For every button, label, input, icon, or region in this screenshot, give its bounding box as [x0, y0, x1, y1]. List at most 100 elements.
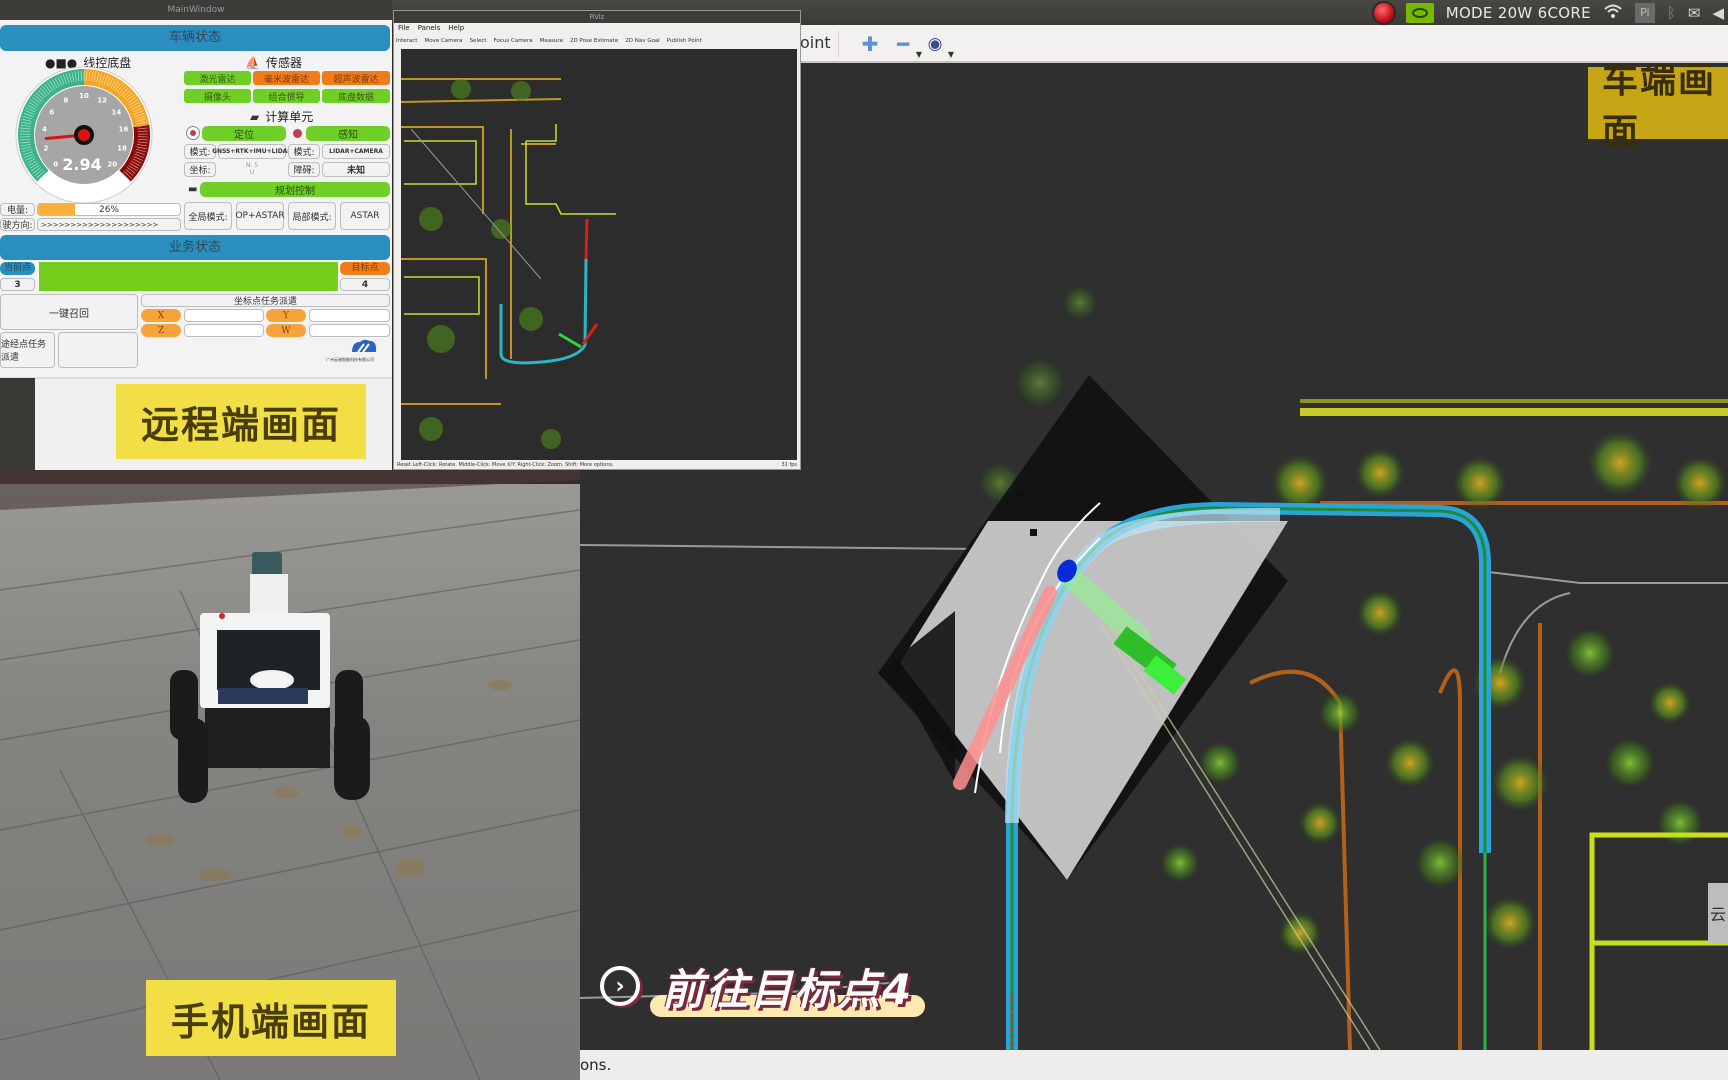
mini-axis-y	[558, 332, 582, 349]
sensor-ins: 组合惯导	[253, 89, 320, 103]
perception-icon	[290, 126, 304, 140]
coord-dispatch-title: 坐标点任务派遣	[141, 294, 390, 307]
gauge-tick-label: 10	[79, 92, 89, 100]
planning-control-button[interactable]: 规划控制	[200, 182, 390, 197]
eye-icon: ◉	[927, 34, 943, 54]
y-label: Y	[266, 309, 306, 322]
w-label: W	[266, 324, 306, 337]
gauge-tick-label: 12	[97, 96, 107, 104]
chevron-circle-icon: ›	[600, 966, 640, 1006]
menu-panels[interactable]: Panels	[418, 24, 441, 34]
compute-title-text: 计算单元	[265, 110, 314, 124]
tool-2d-pose-estimate[interactable]: 2D Pose Estimate	[570, 38, 618, 44]
speed-gauge: 0 2 4 6 8 10 12 14 16 18 20	[14, 65, 154, 205]
rviz-main-toolbar: oint ✚ ━ ▼ ◉ ▼	[800, 25, 1728, 63]
sailboat-icon: ⛵	[245, 55, 260, 70]
waypoint-input[interactable]	[58, 332, 138, 368]
menu-file[interactable]: File	[398, 24, 410, 34]
sensors-title-text: 传感器	[265, 56, 302, 70]
mail-icon[interactable]: ✉	[1688, 4, 1701, 22]
remote-control-window: MainWindow 车辆状态 ●■● 线控底盘 0 2 4 6 8 10 12 14 16 18…	[0, 0, 392, 470]
gauge-hub	[74, 125, 94, 145]
coord-line-1: N: 5	[245, 162, 259, 169]
nvidia-icon[interactable]	[1405, 2, 1434, 23]
mini-building-outlines	[401, 78, 562, 405]
obstacle-marker	[1030, 529, 1037, 536]
desktop-strip	[0, 378, 35, 470]
bluetooth-icon[interactable]: ᛒ	[1667, 4, 1676, 22]
local-mode-label: 局部模式:	[288, 202, 336, 230]
tool-select[interactable]: Select	[470, 38, 487, 44]
minus-icon: ━	[896, 32, 910, 56]
x-input[interactable]	[184, 309, 264, 322]
zoom-in-button[interactable]: ✚	[855, 31, 885, 57]
record-indicator-icon[interactable]	[1373, 2, 1394, 23]
current-point-value: 3	[0, 278, 35, 291]
perception-button[interactable]: 感知	[306, 126, 390, 141]
tool-move-camera[interactable]: Move Camera	[424, 38, 462, 44]
mini-rviz-title: RViz	[394, 11, 800, 23]
y-input[interactable]	[309, 309, 390, 322]
tool-measure[interactable]: Measure	[540, 38, 563, 44]
localization-button[interactable]: 定位	[202, 126, 286, 141]
per-mode-label: 模式:	[288, 144, 320, 159]
location-pin-icon	[186, 126, 200, 140]
current-point-label: 当前点	[0, 262, 35, 275]
obstacle-marker	[1017, 491, 1025, 498]
tool-2d-nav-goal[interactable]: 2D Nav Goal	[625, 38, 660, 44]
mini-vegetation	[419, 79, 561, 449]
zoom-out-button[interactable]: ━ ▼	[888, 31, 922, 59]
battery-bar: 26%	[37, 203, 181, 216]
gauge-tick-label: 6	[49, 108, 54, 116]
z-input[interactable]	[184, 324, 264, 337]
sensor-camera: 摄像头	[184, 89, 251, 103]
phone-view-label: 手机端画面	[146, 980, 396, 1056]
w-input[interactable]	[309, 324, 390, 337]
mini-status-text: Reset Left-Click: Rotate. Middle-Click: …	[397, 462, 614, 468]
business-status-header: 业务状态	[0, 235, 390, 260]
coord-value: N: 5 U	[218, 162, 286, 177]
sensors-title: ⛵ 传感器	[245, 54, 302, 71]
building-wall-top	[1300, 399, 1728, 416]
menu-help[interactable]: Help	[448, 24, 464, 34]
gauge-tick-label: 4	[42, 126, 47, 134]
plus-icon: ✚	[861, 32, 879, 56]
volume-icon[interactable]: ◀	[1712, 4, 1724, 22]
tool-focus-camera[interactable]: Focus Camera	[494, 38, 533, 44]
phone-camera-photo: 手机端画面	[0, 470, 580, 1080]
battery-percent: 26%	[98, 204, 119, 215]
system-tray: MODE 20W 6CORE Pi ᛒ ✉ ◀	[1373, 0, 1728, 25]
battery-fill	[38, 204, 75, 215]
publish-point-tool-partial[interactable]: oint	[800, 33, 831, 52]
view-button[interactable]: ◉ ▼	[920, 31, 954, 59]
recall-button[interactable]: 一键召回	[0, 294, 138, 330]
vehicle-view-label: 车端画面	[1588, 63, 1728, 153]
tool-interact[interactable]: Interact	[396, 38, 417, 44]
coord-line-2: U	[249, 169, 255, 176]
power-mode-indicator[interactable]: MODE 20W 6CORE	[1446, 4, 1591, 22]
battery-label: 电量:	[0, 203, 35, 216]
tool-publish-point[interactable]: Publish Point	[667, 38, 702, 44]
mini-point-cloud	[401, 78, 616, 449]
mini-rviz-viewport[interactable]	[401, 49, 797, 460]
global-mode-label: 全局模式:	[184, 202, 232, 230]
mini-rviz-menu: File Panels Help	[398, 24, 464, 34]
gauge-tick-label: 2	[44, 144, 49, 152]
sensor-chassis-data: 底盘数据	[322, 89, 390, 103]
rviz-status-bar: ons.	[580, 1050, 1728, 1080]
coord-label: 坐标:	[184, 162, 216, 177]
compute-title: ▰ 计算单元	[250, 108, 313, 125]
dropdown-arrow-icon: ▼	[947, 50, 954, 59]
gauge-tick-label: 8	[63, 96, 68, 104]
gauge-tick-label: 16	[119, 126, 129, 134]
per-mode-value: LIDAR+CAMERA	[322, 144, 390, 159]
pi-icon[interactable]: Pi	[1634, 2, 1655, 23]
waypoint-dispatch-button[interactable]: 途经点任务派遣	[0, 332, 55, 368]
toolbar-separator	[838, 31, 839, 57]
z-label: Z	[141, 324, 181, 337]
global-mode-value: OP+ASTAR	[235, 202, 285, 230]
window-title: MainWindow	[0, 0, 392, 20]
side-panel-tab[interactable]: 云	[1708, 883, 1728, 943]
wifi-icon[interactable]	[1603, 3, 1623, 23]
obstacle-label: 障碍:	[288, 162, 320, 177]
